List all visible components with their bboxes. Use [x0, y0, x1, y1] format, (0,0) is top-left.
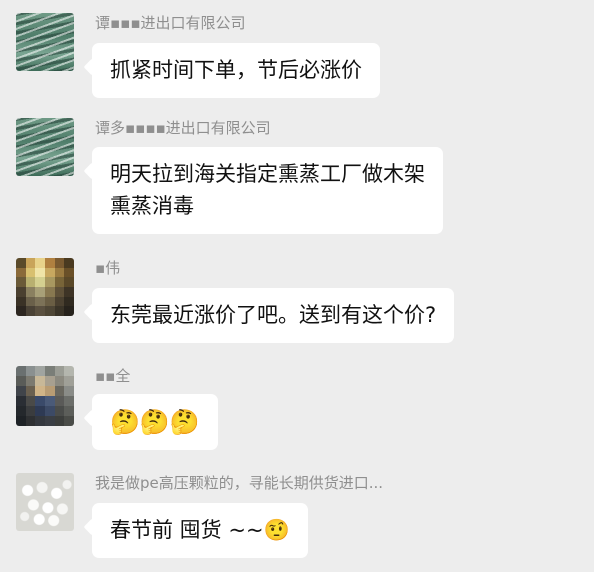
- sender-name: 谭多▪▪▪▪进出口有限公司: [95, 119, 271, 137]
- avatar[interactable]: [16, 473, 74, 531]
- message-bubble[interactable]: 🤔🤔🤔: [92, 394, 218, 450]
- avatar[interactable]: [16, 366, 74, 426]
- chat-message-list: 谭▪▪▪进出口有限公司 抓紧时间下单，节后必涨价 谭多▪▪▪▪进出口有限公司 明…: [0, 0, 594, 572]
- avatar[interactable]: [16, 118, 74, 176]
- avatar[interactable]: [16, 258, 74, 316]
- message-text: 抓紧时间下单，节后必涨价: [110, 58, 362, 82]
- message-bubble[interactable]: 抓紧时间下单，节后必涨价: [92, 43, 380, 98]
- sender-name: 我是做pe高压颗粒的，寻能长期供货进口...: [95, 474, 384, 492]
- message-bubble[interactable]: 东莞最近涨价了吧。送到有这个价?: [92, 288, 455, 343]
- message-bubble[interactable]: 春节前 囤货 ~~🤨: [92, 503, 308, 558]
- sender-name: 谭▪▪▪进出口有限公司: [95, 14, 246, 32]
- message-text: 春节前 囤货 ~~🤨: [110, 518, 290, 542]
- avatar[interactable]: [16, 13, 74, 71]
- sender-name: ▪伟: [95, 259, 121, 277]
- message-text: 明天拉到海关指定熏蒸工厂做木架 熏蒸消毒: [110, 162, 425, 218]
- thinking-face-emoji: 🤔🤔🤔: [110, 408, 200, 436]
- sender-name: ▪▪全: [95, 367, 131, 385]
- message-text: 东莞最近涨价了吧。送到有这个价?: [110, 303, 437, 327]
- message-bubble[interactable]: 明天拉到海关指定熏蒸工厂做木架 熏蒸消毒: [92, 147, 443, 234]
